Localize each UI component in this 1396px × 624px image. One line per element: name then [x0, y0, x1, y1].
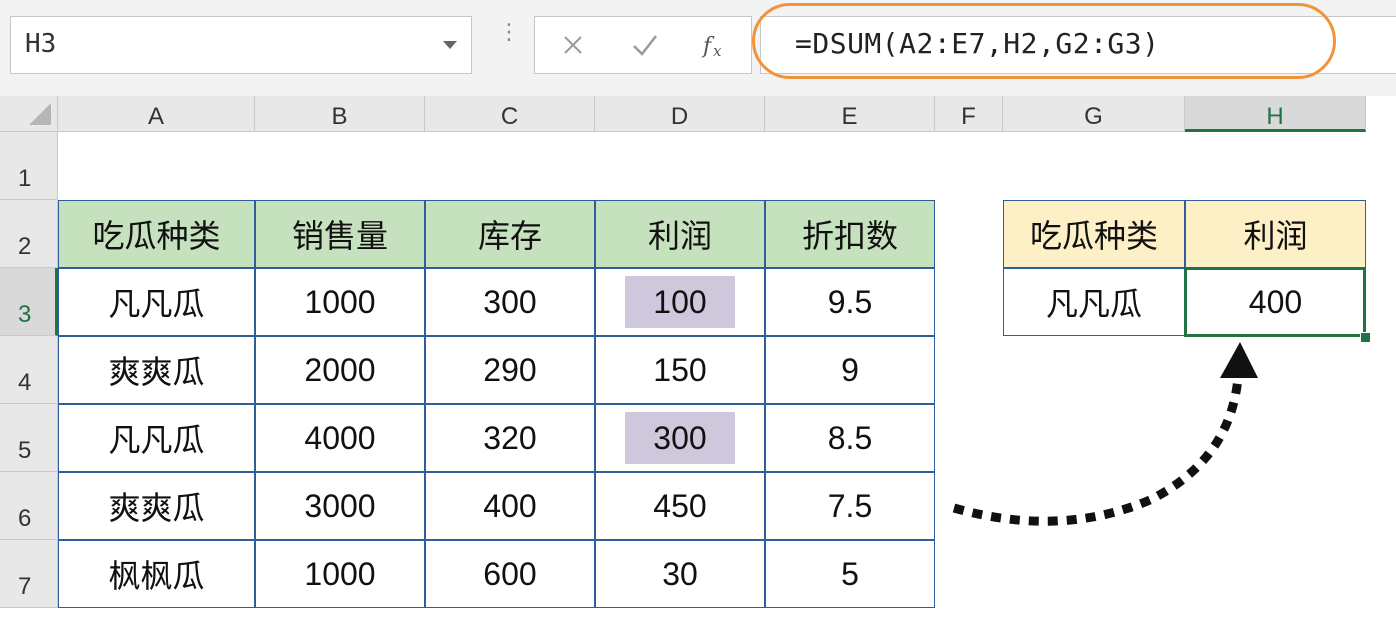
- row-header-2[interactable]: 2: [0, 200, 58, 268]
- table-cell[interactable]: 400: [425, 472, 595, 540]
- table-header-cell[interactable]: 库存: [425, 200, 595, 268]
- chevron-down-icon[interactable]: [443, 41, 457, 49]
- table-cell[interactable]: 30: [595, 540, 765, 608]
- cancel-button[interactable]: [553, 25, 593, 65]
- table-cell[interactable]: 100: [595, 268, 765, 336]
- table-header-cell[interactable]: 折扣数: [765, 200, 935, 268]
- table-cell[interactable]: 5: [765, 540, 935, 608]
- column-header-d[interactable]: D: [595, 96, 765, 132]
- table-cell[interactable]: 9: [765, 336, 935, 404]
- row-number: 5: [18, 437, 32, 464]
- row-number: 3: [18, 301, 32, 328]
- formula-text: =DSUM(A2:E7,H2,G2:G3): [795, 27, 1160, 60]
- select-all-icon: [29, 103, 51, 125]
- criteria-header-cell[interactable]: 吃瓜种类: [1003, 200, 1185, 268]
- result-cell[interactable]: 400: [1185, 268, 1366, 336]
- column-header-f[interactable]: F: [935, 96, 1003, 132]
- table-cell[interactable]: 150: [595, 336, 765, 404]
- table-cell[interactable]: 枫枫瓜: [58, 540, 255, 608]
- function-icon: f x: [701, 34, 722, 60]
- table-header-cell[interactable]: 利润: [595, 200, 765, 268]
- column-header-a[interactable]: A: [58, 96, 255, 132]
- table-header-cell[interactable]: 销售量: [255, 200, 425, 268]
- row-header-4[interactable]: 4: [0, 336, 58, 404]
- spreadsheet-grid: ABCDEFGH 1234567 吃瓜种类 销售量 库存 利润 折扣数 凡凡瓜 1000 30…: [0, 96, 1396, 624]
- table-header-cell[interactable]: 吃瓜种类: [58, 200, 255, 268]
- table-cell[interactable]: 爽爽瓜: [58, 472, 255, 540]
- row-number: 1: [18, 165, 32, 192]
- enter-button[interactable]: [625, 25, 665, 65]
- formula-bar: H3 ⋮ f x =DSUM(A2:E7,H2,G2:G3): [0, 0, 1396, 96]
- formula-input[interactable]: =DSUM(A2:E7,H2,G2:G3): [760, 16, 1396, 74]
- row-header-5[interactable]: 5: [0, 404, 58, 472]
- column-header-e[interactable]: E: [765, 96, 935, 132]
- insert-function-button[interactable]: f x: [695, 25, 735, 65]
- row-header-1[interactable]: 1: [0, 132, 58, 200]
- more-options-icon[interactable]: ⋮: [498, 22, 520, 58]
- table-cell[interactable]: 1000: [255, 540, 425, 608]
- formula-buttons: f x: [534, 16, 752, 74]
- name-box[interactable]: H3: [10, 16, 472, 74]
- table-cell[interactable]: 320: [425, 404, 595, 472]
- column-header-c[interactable]: C: [425, 96, 595, 132]
- table-cell[interactable]: 7.5: [765, 472, 935, 540]
- table-cell[interactable]: 450: [595, 472, 765, 540]
- row-number: 6: [18, 505, 32, 532]
- close-icon: [564, 36, 582, 54]
- row-number: 7: [18, 573, 32, 600]
- criteria-header-cell[interactable]: 利润: [1185, 200, 1366, 268]
- row-header-3[interactable]: 3: [0, 268, 58, 336]
- table-cell[interactable]: 凡凡瓜: [58, 404, 255, 472]
- table-cell[interactable]: 凡凡瓜: [58, 268, 255, 336]
- table-cell[interactable]: 300: [425, 268, 595, 336]
- column-header-b[interactable]: B: [255, 96, 425, 132]
- select-all-button[interactable]: [0, 96, 58, 132]
- table-cell[interactable]: 2000: [255, 336, 425, 404]
- check-icon: [633, 35, 657, 56]
- row-header-6[interactable]: 6: [0, 472, 58, 540]
- criteria-value-cell[interactable]: 凡凡瓜: [1003, 268, 1185, 336]
- table-cell[interactable]: 600: [425, 540, 595, 608]
- fill-handle[interactable]: [1360, 332, 1371, 343]
- table-cell[interactable]: 爽爽瓜: [58, 336, 255, 404]
- table-cell[interactable]: 9.5: [765, 268, 935, 336]
- column-header-g[interactable]: G: [1003, 96, 1185, 132]
- row-header-7[interactable]: 7: [0, 540, 58, 608]
- table-cell[interactable]: 8.5: [765, 404, 935, 472]
- name-box-value: H3: [25, 29, 57, 59]
- svg-text:x: x: [713, 42, 722, 60]
- row-number: 2: [18, 233, 32, 260]
- row-number: 4: [18, 369, 32, 396]
- table-cell[interactable]: 290: [425, 336, 595, 404]
- table-cell[interactable]: 3000: [255, 472, 425, 540]
- table-cell[interactable]: 1000: [255, 268, 425, 336]
- column-header-h[interactable]: H: [1185, 96, 1366, 132]
- table-cell[interactable]: 4000: [255, 404, 425, 472]
- table-cell[interactable]: 300: [595, 404, 765, 472]
